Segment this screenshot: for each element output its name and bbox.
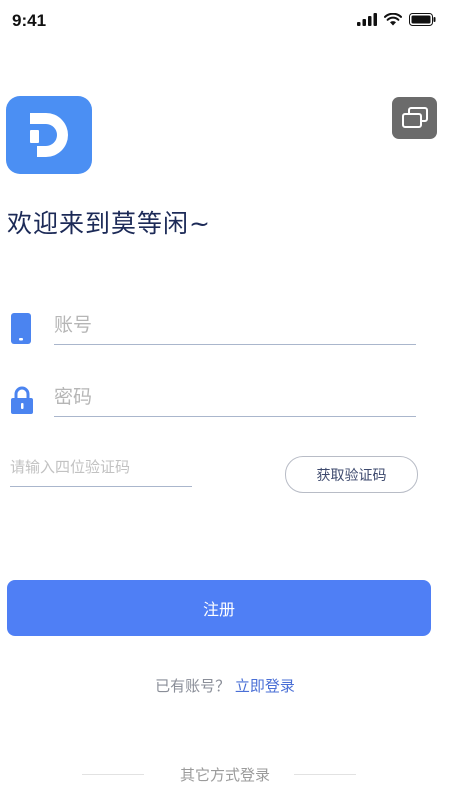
other-login-section: 其它方式登录 <box>0 764 450 786</box>
phone-icon <box>11 313 31 344</box>
register-button[interactable]: 注册 <box>7 580 431 636</box>
status-time: 9:41 <box>12 11 47 30</box>
battery-icon <box>409 13 436 26</box>
account-input[interactable] <box>54 314 416 345</box>
wifi-icon <box>384 13 402 26</box>
get-code-button[interactable]: 获取验证码 <box>285 456 418 493</box>
app-logo <box>6 96 92 174</box>
welcome-title: 欢迎来到莫等闲~ <box>7 209 211 238</box>
other-login-label: 其它方式登录 <box>179 766 270 784</box>
lock-icon <box>11 386 33 414</box>
window-stack-icon <box>401 107 428 128</box>
window-switch-button[interactable] <box>392 97 437 139</box>
verification-code-input[interactable] <box>10 458 192 487</box>
status-bar: 9:41 <box>0 0 450 44</box>
login-prompt-row: 已有账号？ 立即登录 <box>0 675 450 696</box>
divider-right <box>294 774 356 775</box>
login-link[interactable]: 立即登录 <box>235 677 295 695</box>
password-input[interactable] <box>54 386 416 417</box>
have-account-text: 已有账号？ <box>155 677 231 695</box>
signal-icon <box>357 13 377 26</box>
status-icons <box>357 13 436 26</box>
app-logo-d-icon <box>30 113 68 157</box>
